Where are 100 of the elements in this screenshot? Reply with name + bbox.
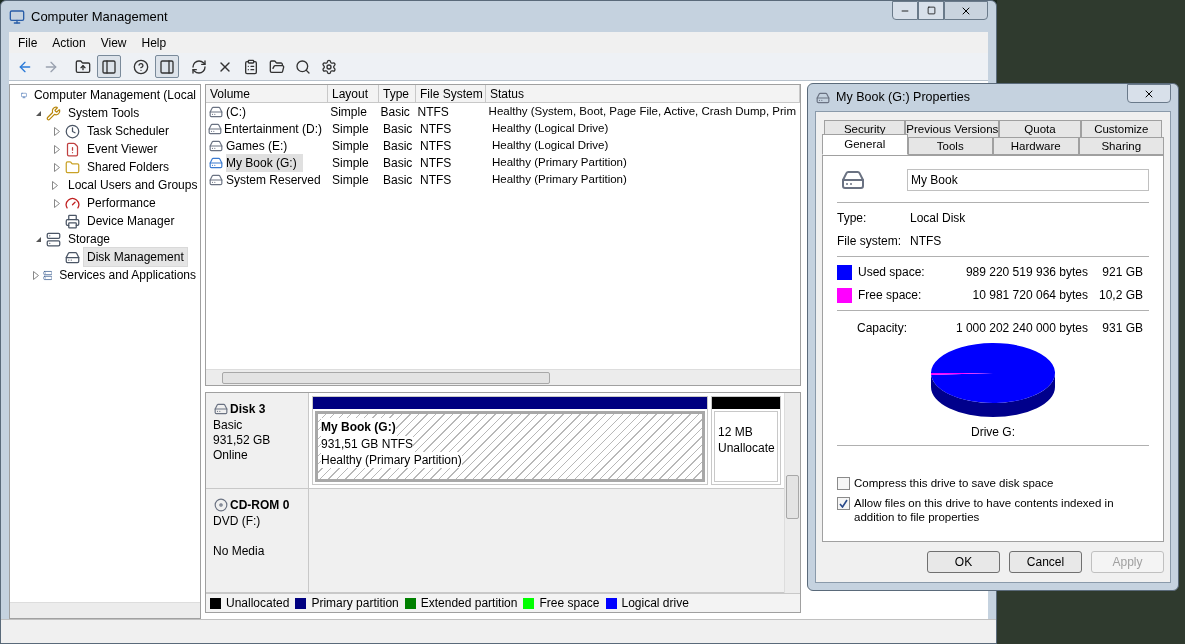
drive-entry[interactable]: Entertainment (D:) <box>223 119 328 138</box>
horizontal-scrollbar[interactable] <box>206 369 800 385</box>
expand-triangle-icon[interactable] <box>54 162 60 172</box>
partition-info: Healthy (Primary Partition) <box>321 452 462 468</box>
field-label: Used space: <box>858 264 926 281</box>
menu-item[interactable]: File <box>11 33 45 52</box>
minimize-button[interactable] <box>892 1 918 20</box>
tab[interactable]: Sharing <box>1078 137 1164 155</box>
tree-item[interactable]: Disk Management <box>83 247 188 267</box>
tab[interactable]: Customize <box>1080 120 1162 138</box>
tree-item[interactable]: Event Viewer <box>83 139 162 159</box>
table-cell-text: Simple <box>332 120 369 138</box>
partition-info: Unallocate <box>718 440 775 456</box>
field-label: File system: <box>837 233 902 250</box>
tab[interactable]: Tools <box>907 137 993 155</box>
dialog-button[interactable]: OK <box>927 551 1000 573</box>
tree-item[interactable]: Device Manager <box>83 211 179 231</box>
collapse-triangle-icon[interactable] <box>34 109 42 117</box>
table-cell-text: NTFS <box>420 171 452 189</box>
app-icon <box>9 8 25 25</box>
storage-icon <box>46 231 61 247</box>
table-cell-text: Healthy (System, Boot, Page File, Active, Crash Dump, Prim <box>488 103 796 119</box>
partition-block[interactable]: 12 MB Unallocate <box>711 396 781 485</box>
maximize-icon <box>926 6 936 15</box>
table-cell-text: Healthy (Logical Drive) <box>492 137 609 153</box>
tree-item[interactable]: Services and Applications <box>55 265 200 285</box>
log-icon <box>65 141 80 157</box>
tree-item[interactable]: Computer Management (Local <box>29 85 200 105</box>
column-header[interactable]: Type <box>379 85 416 103</box>
device-icon <box>65 213 80 229</box>
help-icon <box>133 58 149 75</box>
expand-triangle-icon[interactable] <box>54 198 60 208</box>
close-button[interactable] <box>1127 84 1171 103</box>
partition-block[interactable]: My Book (G:) 931,51 GB NTFS Healthy (Primary Partition) <box>312 396 708 485</box>
legend-label: Extended partition <box>420 595 518 612</box>
tree-item[interactable]: Task Scheduler <box>83 121 174 141</box>
wrench-icon <box>46 105 61 121</box>
column-header[interactable]: Status <box>486 85 800 103</box>
table-cell-text: Basic <box>383 137 413 155</box>
refresh-icon <box>191 58 207 75</box>
cd-drive-icon <box>213 498 229 512</box>
partition-header-bar <box>712 397 780 409</box>
tree-item[interactable]: Shared Folders <box>83 157 174 177</box>
bytes-value: 1 000 202 240 000 bytes <box>954 320 1088 337</box>
toolbar-button[interactable] <box>155 55 179 78</box>
disk-info: No Media <box>213 544 266 559</box>
tab[interactable]: General <box>822 134 908 155</box>
drive-entry[interactable]: My Book (G:) <box>226 153 303 172</box>
drive-entry[interactable]: System Reserved <box>226 170 327 189</box>
scrollbar-thumb[interactable] <box>222 371 550 384</box>
column-header[interactable]: Volume <box>206 85 328 103</box>
checkbox[interactable] <box>837 497 850 510</box>
close-button[interactable] <box>944 1 988 20</box>
column-header[interactable]: Layout <box>328 85 379 103</box>
panel-left-icon <box>101 58 117 75</box>
expand-triangle-icon[interactable] <box>54 144 60 154</box>
menu-item[interactable]: Help <box>134 33 174 52</box>
drive-entry[interactable]: (C:) <box>226 103 252 121</box>
column-header[interactable]: File System <box>416 85 486 103</box>
tab[interactable]: Hardware <box>993 137 1079 155</box>
tab[interactable]: Quota <box>999 120 1081 138</box>
vertical-scrollbar[interactable] <box>784 393 800 593</box>
legend-label: Primary partition <box>311 595 399 612</box>
toolbar-button[interactable] <box>97 55 121 78</box>
dialog-button[interactable]: Cancel <box>1009 551 1082 573</box>
horizontal-scrollbar[interactable] <box>10 602 200 618</box>
partition-info: 931,51 GB NTFS <box>321 436 414 452</box>
checkbox[interactable] <box>837 477 850 490</box>
table-cell-text: Simple <box>332 154 369 172</box>
disk-name: CD-ROM 0 <box>230 497 290 514</box>
drive-icon <box>815 90 831 105</box>
tree-item[interactable]: Performance <box>83 193 160 213</box>
scrollbar-thumb[interactable] <box>786 475 799 519</box>
tree-item[interactable]: Storage <box>64 229 115 249</box>
name-input[interactable]: My Book <box>907 169 1149 191</box>
menu-item[interactable]: Action <box>45 33 93 52</box>
clock-icon <box>65 123 80 139</box>
expand-triangle-icon[interactable] <box>54 126 60 136</box>
field-label: Free space: <box>858 287 923 304</box>
tab[interactable]: Previous Versions <box>905 120 1000 138</box>
table-cell-text: Basic <box>383 120 413 138</box>
collapse-triangle-icon[interactable] <box>34 235 42 243</box>
expand-triangle-icon[interactable] <box>33 270 40 280</box>
table-cell: Simple <box>330 103 367 121</box>
panel-right-icon <box>159 58 175 75</box>
field-label: Type: <box>837 210 868 227</box>
checkbox-label: Allow files on this drive to have contents indexed in addition to file properties <box>854 496 1115 524</box>
maximize-button[interactable] <box>918 1 944 20</box>
tree-item[interactable]: System Tools <box>64 103 144 123</box>
gauge-icon <box>65 195 80 211</box>
table-cell-text: Healthy (Primary Partition) <box>492 171 627 187</box>
expand-triangle-icon[interactable] <box>52 180 58 190</box>
drive-entry[interactable]: Games (E:) <box>226 136 294 155</box>
folder-up-icon <box>75 58 91 75</box>
disk-info: Online <box>213 448 249 463</box>
tree-item[interactable]: Local Users and Groups <box>64 175 202 195</box>
bytes-value: 989 220 519 936 bytes <box>964 264 1088 281</box>
legend-label: Logical drive <box>621 595 689 612</box>
menu-item[interactable]: View <box>93 33 134 52</box>
disk-info: 931,52 GB <box>213 433 272 448</box>
